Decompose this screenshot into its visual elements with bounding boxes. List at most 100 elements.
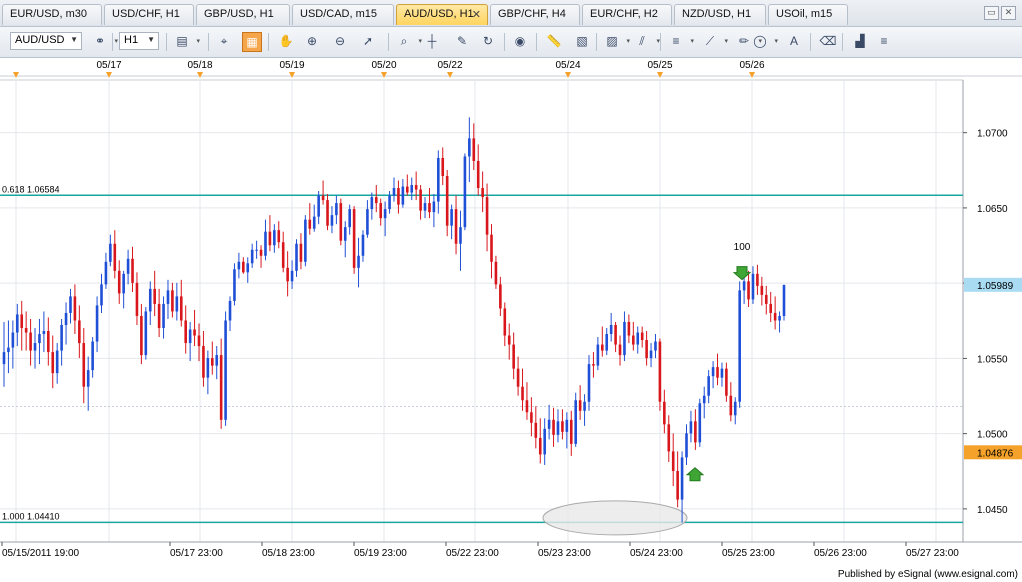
- tab-usd-cad-m15[interactable]: USD/CAD, m15: [292, 4, 394, 25]
- tab-eur-usd-m30[interactable]: EUR/USD, m30: [2, 4, 102, 25]
- candle-body: [29, 332, 32, 351]
- candle-body: [698, 403, 702, 443]
- candle-body: [392, 188, 396, 196]
- tab-gbp-chf-h4[interactable]: GBP/CHF, H4: [490, 4, 580, 25]
- time-tick-label: 05/18 23:00: [262, 548, 315, 559]
- candle-body: [206, 358, 210, 378]
- tab-usd-chf-h1[interactable]: USD/CHF, H1: [104, 4, 194, 25]
- tab-aud-usd-h1[interactable]: AUD/USD, H1 ✕: [396, 4, 488, 25]
- chart-tab-bar: EUR/USD, m30 USD/CHF, H1 GBP/USD, H1 USD/CA…: [0, 0, 1022, 27]
- candle-body: [614, 324, 617, 345]
- rotate-icon[interactable]: ↻: [478, 32, 498, 52]
- candle-body: [543, 428, 546, 455]
- candle-body: [273, 230, 276, 246]
- data-window-icon[interactable]: ▦: [242, 32, 262, 52]
- candle-body: [281, 242, 285, 268]
- toolbar-separator: [536, 33, 537, 51]
- crosshair-icon[interactable]: ┼: [422, 32, 442, 52]
- dropdown-arrow-icon[interactable]: ▾: [690, 32, 694, 51]
- tab-eur-chf-h2[interactable]: EUR/CHF, H2: [582, 4, 672, 25]
- more-icon[interactable]: ≡: [874, 32, 894, 52]
- candle-body: [561, 421, 564, 432]
- hand-icon[interactable]: ✋: [276, 32, 296, 52]
- candle-body: [769, 303, 773, 313]
- toolbar-separator: [504, 33, 505, 51]
- price-chart[interactable]: 05/17 05/18 05/19 05/20 05/22 05/24 05/25 05/26…: [0, 58, 1022, 582]
- top-date-label: 05/17: [96, 60, 121, 71]
- candle-body: [618, 344, 622, 356]
- zoom-out-icon[interactable]: ⊖: [330, 32, 350, 52]
- candle-body: [157, 303, 161, 329]
- candle-body: [237, 261, 241, 270]
- toolbar-separator: [166, 33, 167, 51]
- candle-body: [304, 219, 307, 262]
- tab-gbp-usd-h1[interactable]: GBP/USD, H1: [196, 4, 290, 25]
- dropdown-arrow-icon[interactable]: ▾: [196, 32, 200, 51]
- tab-label: EUR/CHF, H2: [590, 8, 658, 20]
- chart-canvas[interactable]: 05/17 05/18 05/19 05/20 05/22 05/24 05/25 05/26…: [0, 58, 1022, 582]
- zoom-in-icon[interactable]: ⊕: [302, 32, 322, 52]
- candle-body: [702, 395, 706, 404]
- candle-body: [512, 344, 515, 369]
- tab-nzd-usd-h1[interactable]: NZD/USD, H1: [674, 4, 766, 25]
- candle-body: [640, 332, 644, 341]
- ellipse-icon[interactable]: ◯ ▾: [750, 32, 778, 52]
- candle-body: [645, 340, 648, 359]
- interval-select[interactable]: H1 ▼: [119, 32, 159, 50]
- symbol-input[interactable]: AUD/USD ▼: [10, 32, 82, 50]
- dropdown-arrow-icon[interactable]: ▾: [774, 32, 778, 51]
- candle-body: [343, 227, 347, 241]
- template-icon[interactable]: ▨ ▾: [602, 32, 630, 52]
- highlight-ellipse[interactable]: [542, 500, 688, 536]
- candle-body: [747, 281, 750, 300]
- zoom-box-icon[interactable]: ⌕ ▾: [394, 32, 422, 52]
- lines-icon[interactable]: ⫽ ▾: [632, 32, 660, 52]
- bar-chart-icon[interactable]: ▤ ▾: [172, 32, 200, 52]
- candle-body: [742, 281, 746, 291]
- time-tick-label: 05/27 23:00: [906, 548, 959, 559]
- fib-level-label: 0.618 1.06584: [2, 184, 60, 194]
- notes-icon[interactable]: ✎: [452, 32, 472, 52]
- tab-usoil-m15[interactable]: USOil, m15: [768, 4, 848, 25]
- eraser-icon[interactable]: ⌫: [818, 32, 838, 52]
- publisher-credit: Published by eSignal (www.esignal.com): [837, 569, 1018, 580]
- candle-body: [676, 470, 679, 500]
- candle-body: [339, 203, 343, 241]
- close-window-icon[interactable]: ✕: [1001, 6, 1016, 20]
- link-icon[interactable]: ⚭ ▾: [90, 32, 118, 52]
- fib-icon[interactable]: ≡ ▾: [666, 32, 694, 52]
- cursor-icon[interactable]: ⌖: [214, 32, 234, 52]
- image-icon[interactable]: ▧: [572, 32, 592, 52]
- candle-body: [171, 290, 174, 312]
- candle-body: [707, 376, 710, 396]
- candle-body: [126, 258, 130, 274]
- candle-body: [733, 401, 737, 416]
- candle-body: [109, 243, 112, 262]
- globe-icon[interactable]: ◉: [510, 32, 530, 52]
- candle-body: [547, 419, 551, 429]
- candle-body: [499, 284, 502, 309]
- chevron-down-icon: ▼: [70, 35, 78, 44]
- tab-label: NZD/USD, H1: [682, 8, 752, 20]
- dropdown-arrow-icon[interactable]: ▾: [626, 32, 630, 51]
- text-icon[interactable]: A: [784, 32, 804, 52]
- ruler-icon[interactable]: 📏: [544, 32, 564, 52]
- candle-body: [286, 267, 289, 282]
- candle-body: [397, 188, 400, 205]
- candle-body: [64, 312, 68, 325]
- indicators-icon[interactable]: ▟: [850, 32, 870, 52]
- candle-body: [667, 424, 671, 452]
- dropdown-arrow-icon[interactable]: ▾: [724, 32, 728, 51]
- candle-body: [405, 186, 409, 193]
- time-tick-label: 05/19 23:00: [354, 548, 407, 559]
- candle-body: [321, 195, 325, 201]
- restore-icon[interactable]: ▭: [984, 6, 999, 20]
- close-tab-icon[interactable]: ✕: [472, 8, 481, 21]
- window-buttons: ▭ ✕: [982, 6, 1016, 20]
- candle-body: [117, 270, 121, 294]
- candle-body: [246, 263, 250, 273]
- candle-body: [69, 296, 72, 313]
- dropdown-arrow-icon[interactable]: ▾: [114, 32, 118, 51]
- pointer-icon[interactable]: ➚: [358, 32, 378, 52]
- trend-icon[interactable]: ⟋ ▾: [700, 32, 728, 52]
